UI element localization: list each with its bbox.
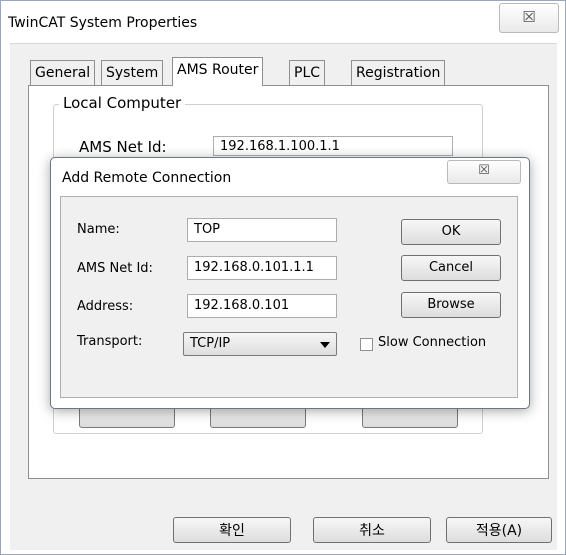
slow-connection-checkbox[interactable] [360, 338, 373, 351]
tab-system[interactable]: System [101, 60, 164, 85]
dialog-title: Add Remote Connection [62, 170, 232, 186]
transport-label: Transport: [77, 334, 143, 349]
ams-net-id-field[interactable]: 192.168.0.101.1.1 [187, 256, 337, 280]
ams-net-id-field[interactable]: 192.168.1.100.1.1 [213, 136, 453, 156]
cancel-button[interactable]: 취소 [313, 517, 431, 543]
dialog-close-button[interactable]: ☒ [447, 160, 521, 184]
dialog-body: Name: TOP AMS Net Id: 192.168.0.101.1.1 … [60, 196, 518, 398]
tab-plc[interactable]: PLC [289, 60, 326, 85]
dialog-cancel-button[interactable]: Cancel [401, 255, 501, 281]
tab-registration[interactable]: Registration [351, 60, 446, 85]
transport-select[interactable]: TCP/IP [183, 332, 337, 356]
add-remote-connection-dialog: Add Remote Connection ☒ Name: TOP AMS Ne… [50, 157, 530, 409]
ams-net-id-label: AMS Net Id: [77, 261, 153, 276]
name-field[interactable]: TOP [187, 218, 337, 242]
name-label: Name: [77, 222, 120, 237]
title-bar: TwinCAT System Properties ☒ [1, 1, 565, 43]
close-icon: ☒ [478, 163, 490, 178]
browse-button[interactable]: Browse [401, 292, 501, 318]
chevron-down-icon [320, 342, 330, 348]
transport-value: TCP/IP [190, 336, 231, 351]
close-icon: ☒ [522, 8, 536, 26]
window-title: TwinCAT System Properties [8, 15, 198, 31]
local-computer-label: Local Computer [59, 94, 186, 112]
window-close-button[interactable]: ☒ [499, 3, 559, 33]
tab-general[interactable]: General [30, 60, 96, 85]
apply-button[interactable]: 적용(A) [446, 517, 552, 543]
tab-ams-router[interactable]: AMS Router [172, 57, 264, 86]
ok-button[interactable]: 확인 [173, 517, 291, 543]
slow-connection-label: Slow Connection [378, 335, 487, 350]
ams-net-id-label: AMS Net Id: [79, 138, 167, 156]
dialog-ok-button[interactable]: OK [401, 219, 501, 245]
address-label: Address: [77, 299, 134, 314]
address-field[interactable]: 192.168.0.101 [187, 294, 337, 318]
